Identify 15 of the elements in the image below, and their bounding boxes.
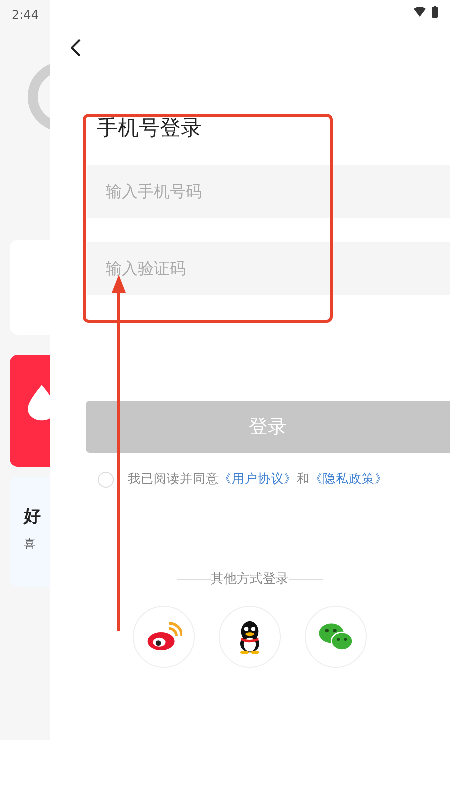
agreement-checkbox[interactable] — [98, 472, 114, 488]
weibo-eye-icon — [146, 622, 182, 652]
user-agreement-link[interactable]: 《用户协议》 — [219, 471, 297, 486]
privacy-policy-link[interactable]: 《隐私政策》 — [310, 471, 388, 486]
wifi-icon — [414, 7, 426, 17]
battery-icon — [432, 6, 438, 18]
input-field[interactable]: 输入验证码 — [87, 242, 450, 295]
status-time: 2:44 — [12, 8, 39, 22]
agreement-text: 我已阅读并同意《用户协议》和《隐私政策》 — [128, 471, 388, 488]
card-title: 好 — [24, 506, 42, 528]
other-login-label: 其他方式登录 — [211, 571, 289, 588]
input-field[interactable]: 输入手机号码 — [87, 165, 450, 218]
page-title: 手机号登录 — [97, 115, 203, 141]
card-subtitle: 喜 — [24, 536, 37, 553]
chat-bubbles-icon — [318, 622, 354, 652]
